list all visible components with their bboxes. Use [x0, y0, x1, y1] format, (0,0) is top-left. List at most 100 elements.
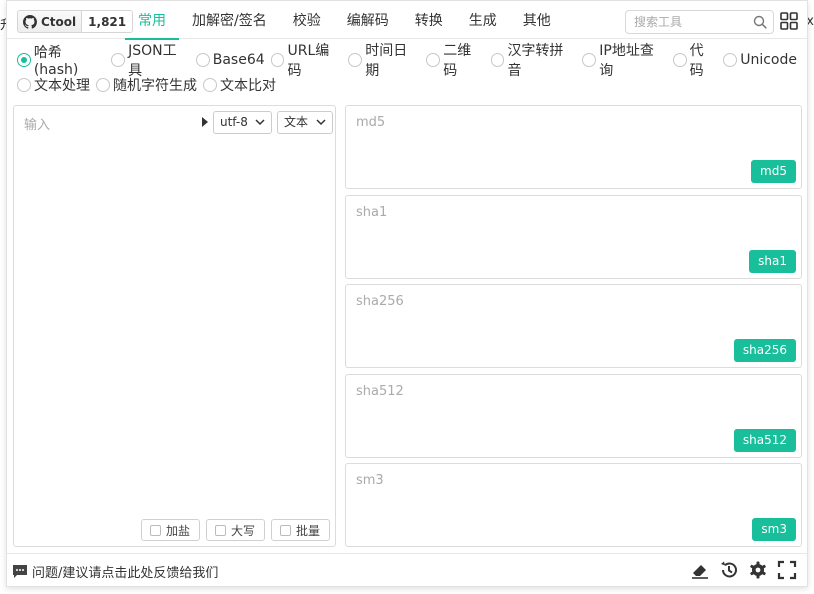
- radio-circle: [195, 52, 210, 67]
- tool-radio-label: 文本比对: [220, 77, 276, 94]
- option-label: 大写: [230, 523, 255, 538]
- uppercase-checkbox[interactable]: 大写: [205, 519, 265, 541]
- clear-button[interactable]: [690, 560, 710, 580]
- tool-radio-ip[interactable]: IP地址查询: [582, 40, 666, 80]
- feedback-text: 问题/建议请点击此处反馈给我们: [32, 566, 219, 581]
- copy-md5-button[interactable]: md5: [751, 160, 796, 183]
- batch-checkbox[interactable]: 批量: [270, 519, 330, 541]
- radio-circle: [426, 52, 441, 67]
- checkbox-box: [279, 524, 291, 536]
- radio-circle: [270, 52, 285, 67]
- tool-radio-label: 随机字符生成: [113, 77, 197, 94]
- tool-radio-label: IP地址查询: [599, 42, 654, 79]
- tool-radio-label: Unicode: [740, 51, 797, 68]
- app-grid-icon[interactable]: [780, 12, 798, 30]
- tool-radio-label: URL编码: [287, 42, 330, 79]
- github-icon: [23, 14, 37, 29]
- input-type-select[interactable]: 文本: [277, 111, 333, 134]
- category-tabs: 常用 加解密/签名 校验 编解码 转换 生成 其他: [125, 1, 564, 40]
- github-star-badge[interactable]: Ctool 1,821: [17, 10, 134, 33]
- tool-radio-diff[interactable]: 文本比对: [203, 75, 276, 95]
- tool-radio-label: Base64: [212, 51, 265, 68]
- radio-circle: [582, 52, 597, 67]
- top-bar: Ctool 1,821 常用 加解密/签名 校验 编解码 转换 生成 其他 搜索…: [7, 1, 807, 40]
- tab-generate[interactable]: 生成: [456, 1, 510, 39]
- gear-icon: [750, 561, 766, 579]
- encoding-select-value: utf-8: [220, 115, 248, 129]
- radio-circle: [111, 52, 126, 67]
- copy-sha512-button[interactable]: sha512: [733, 428, 796, 452]
- expand-arrow-icon[interactable]: [202, 117, 208, 127]
- input-placeholder: 输入: [24, 118, 51, 133]
- radio-circle: [96, 77, 110, 92]
- tab-encode-decode[interactable]: 编解码: [334, 1, 402, 39]
- copy-sha256-button[interactable]: sha256: [733, 339, 796, 362]
- footer-actions: [681, 560, 797, 580]
- tab-convert[interactable]: 转换: [402, 1, 456, 39]
- search-input[interactable]: 搜索工具: [625, 10, 774, 34]
- search-icon[interactable]: [753, 15, 767, 29]
- github-repo-link[interactable]: Ctool: [18, 11, 83, 32]
- sha1-output[interactable]: sha1 sha1: [345, 194, 802, 279]
- tool-radio-random[interactable]: 随机字符生成: [96, 75, 197, 95]
- sha512-output[interactable]: sha512 sha512: [345, 373, 802, 458]
- tool-radio-base64[interactable]: Base64: [195, 51, 265, 68]
- github-repo-name: Ctool: [41, 14, 77, 29]
- copy-sm3-button[interactable]: sm3: [752, 518, 796, 541]
- tool-radio-hash[interactable]: 哈希(hash): [17, 42, 105, 78]
- sm3-output[interactable]: sm3 sm3: [345, 463, 802, 547]
- encoding-select[interactable]: utf-8: [213, 111, 272, 134]
- input-type-select-value: 文本: [284, 115, 309, 129]
- fullscreen-button[interactable]: [777, 560, 797, 580]
- history-button[interactable]: [719, 560, 739, 580]
- option-label: 批量: [295, 523, 320, 538]
- salt-checkbox[interactable]: 加盐: [140, 519, 200, 541]
- radio-circle: [672, 52, 687, 67]
- chevron-down-icon: [316, 119, 326, 126]
- radio-circle: [490, 52, 505, 67]
- tool-radio-json[interactable]: JSON工具: [111, 40, 189, 80]
- tool-radio-pinyin[interactable]: 汉字转拼音: [490, 40, 577, 80]
- sha256-output[interactable]: sha256 sha256: [345, 284, 802, 368]
- comment-icon: [13, 565, 27, 578]
- md5-output[interactable]: md5 md5: [345, 105, 802, 189]
- tab-encrypt-sign[interactable]: 加解密/签名: [179, 1, 280, 39]
- feedback-link[interactable]: 问题/建议请点击此处反馈给我们: [12, 562, 218, 581]
- eraser-icon: [692, 565, 708, 579]
- sha256-output-label: sha256: [356, 294, 404, 309]
- tool-radio-label: 代码: [689, 42, 704, 79]
- chevron-down-icon: [255, 119, 265, 126]
- checkbox-box: [214, 524, 226, 536]
- radio-circle: [203, 77, 217, 92]
- option-label: 加盐: [165, 523, 190, 538]
- tab-common[interactable]: 常用: [125, 1, 179, 40]
- sm3-output-label: sm3: [356, 473, 384, 488]
- settings-button[interactable]: [748, 560, 768, 580]
- tool-radio-label: 文本处理: [34, 77, 90, 94]
- tool-selector-row: 哈希(hash) JSON工具 Base64 URL编码 时间日期 二维码 汉字…: [17, 43, 803, 79]
- tool-radio-unicode[interactable]: Unicode: [723, 52, 797, 68]
- hash-options: 加盐 大写 批量: [135, 519, 330, 541]
- tool-radio-label: 时间日期: [365, 42, 408, 79]
- radio-circle: [17, 52, 31, 67]
- checkbox-box: [149, 524, 161, 536]
- ctool-window: Ctool 1,821 常用 加解密/签名 校验 编解码 转换 生成 其他 搜索…: [6, 0, 808, 587]
- tab-other[interactable]: 其他: [510, 1, 564, 39]
- footer-bar: 问题/建议请点击此处反馈给我们: [7, 553, 807, 587]
- radio-circle: [348, 52, 363, 67]
- fullscreen-icon: [777, 560, 797, 580]
- tool-radio-url[interactable]: URL编码: [270, 40, 343, 80]
- radio-circle: [723, 52, 738, 67]
- tool-radio-label: 二维码: [443, 42, 472, 79]
- md5-output-label: md5: [356, 115, 386, 130]
- tool-radio-code[interactable]: 代码: [672, 40, 717, 80]
- input-textarea[interactable]: 输入 utf-8 文本 加盐 大写 批量: [13, 105, 336, 547]
- sha512-output-label: sha512: [356, 383, 404, 399]
- tool-radio-text[interactable]: 文本处理: [17, 75, 90, 95]
- tool-radio-qrcode[interactable]: 二维码: [426, 40, 484, 80]
- copy-sha1-button[interactable]: sha1: [749, 249, 796, 273]
- sha1-output-label: sha1: [356, 204, 388, 220]
- search-placeholder: 搜索工具: [634, 15, 683, 29]
- tool-radio-datetime[interactable]: 时间日期: [348, 40, 420, 80]
- tab-checksum[interactable]: 校验: [280, 1, 334, 39]
